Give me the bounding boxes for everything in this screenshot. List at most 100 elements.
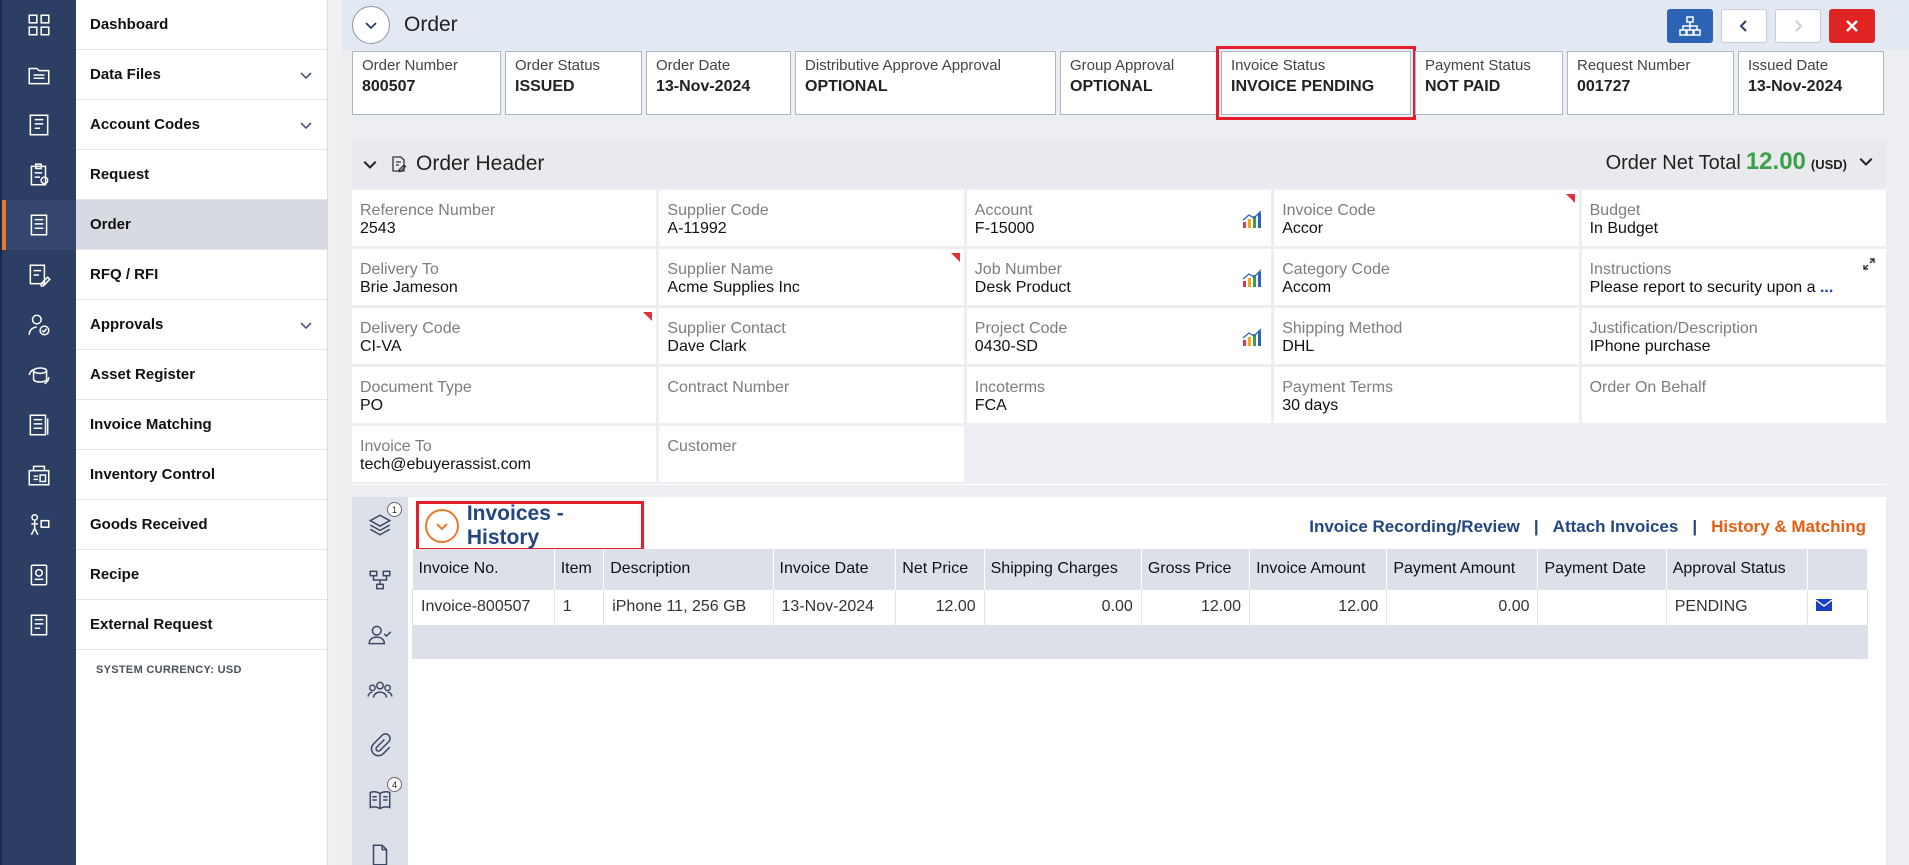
column-header[interactable]: Invoice Date [773,549,897,589]
field-shipping-method[interactable]: Shipping Method DHL [1274,308,1579,364]
request-icon[interactable] [2,150,76,200]
collapse-toggle-button[interactable] [352,6,390,44]
column-header[interactable]: Invoice No. [412,549,555,589]
request-number-link[interactable]: 001727 [1577,78,1724,96]
column-header[interactable]: Approval Status [1666,549,1809,589]
cell-actions [1807,588,1868,626]
chevron-down-icon[interactable] [362,156,378,172]
field-customer[interactable]: Customer [659,426,964,482]
field-reference-number[interactable]: Reference Number 2543 [352,190,657,246]
chevron-down-icon [436,523,448,531]
rfq-icon[interactable] [2,250,76,300]
sidebar-item-account-codes[interactable]: Account Codes [76,100,327,150]
order-header-panel: Order Header Order Net Total 12.00 (USD)… [352,140,1886,485]
column-header[interactable]: Description [603,549,774,589]
column-header[interactable]: Payment Amount [1386,549,1539,589]
sidebar-item-approvals[interactable]: Approvals [76,300,327,350]
field-order-on-behalf[interactable]: Order On Behalf [1581,367,1886,423]
previous-button[interactable] [1721,9,1767,43]
column-header[interactable]: Item [554,549,605,589]
hierarchy-button[interactable] [1667,9,1713,43]
field-payment-terms[interactable]: Payment Terms 30 days [1274,367,1579,423]
external-request-icon[interactable] [2,600,76,650]
recipe-icon[interactable] [2,550,76,600]
field-value: Please report to security upon a ... [1590,279,1878,297]
field-label: Payment Terms [1282,379,1394,396]
sidebar-item-data-files[interactable]: Data Files [76,50,327,100]
field-budget[interactable]: Budget In Budget [1581,190,1886,246]
invoice-recording-review-link[interactable]: Invoice Recording/Review [1309,517,1520,537]
field-incoterms[interactable]: Incoterms FCA [966,367,1272,423]
history-matching-link[interactable]: History & Matching [1711,517,1866,537]
sidebar-item-label: Approvals [90,316,164,333]
invoices-collapse-button[interactable] [425,509,459,543]
inventory-control-icon[interactable] [2,450,76,500]
field-delivery-to[interactable]: Delivery To Brie Jameson [352,249,657,305]
field-contract-number[interactable]: Contract Number [659,367,964,423]
chevron-down-icon[interactable] [299,118,313,132]
data-files-icon[interactable] [2,50,76,100]
column-header[interactable]: Net Price [895,549,985,589]
close-button[interactable] [1829,9,1875,43]
field-account[interactable]: Account F-15000 [966,190,1272,246]
field-category-code[interactable]: Category Code Accom [1274,249,1579,305]
field-invoice-code[interactable]: Invoice Code Accor [1274,190,1579,246]
column-header[interactable]: Shipping Charges [984,549,1142,589]
tab-notes[interactable]: 4 [352,772,408,827]
sidebar-item-rfq-rfi[interactable]: RFQ / RFI [76,250,327,300]
table-row[interactable]: Invoice-800507 1 iPhone 11, 256 GB 13-No… [412,588,1868,626]
column-header[interactable]: Gross Price [1141,549,1251,589]
field-project-code[interactable]: Project Code 0430-SD [966,308,1272,364]
menu-scrollbar[interactable] [328,0,342,865]
tab-user-approval[interactable] [352,607,408,662]
tab-layers[interactable]: 1 [352,497,408,552]
chevron-down-icon[interactable] [299,318,313,332]
field-document-type[interactable]: Document Type PO [352,367,657,423]
tab-workflow[interactable] [352,552,408,607]
chevron-down-icon[interactable] [1858,153,1874,169]
field-supplier-code[interactable]: Supplier Code A-11992 [659,190,964,246]
account-codes-icon[interactable] [2,100,76,150]
asset-register-icon[interactable] [2,350,76,400]
column-header[interactable]: Invoice Amount [1249,549,1388,589]
field-supplier-contact[interactable]: Supplier Contact Dave Clark [659,308,964,364]
field-invoice-to[interactable]: Invoice To tech@ebuyerassist.com [352,426,657,482]
tab-users[interactable] [352,662,408,717]
order-icon[interactable] [2,200,76,250]
sidebar-item-order[interactable]: Order [76,200,327,250]
field-job-number[interactable]: Job Number Desk Product [966,249,1272,305]
tab-attachments[interactable] [352,717,408,772]
column-header[interactable]: Payment Date [1537,549,1667,589]
next-button[interactable] [1775,9,1821,43]
sidebar-item-inventory-control[interactable]: Inventory Control [76,450,327,500]
dashboard-icon[interactable] [2,0,76,50]
field-instructions[interactable]: Instructions Please report to security up… [1581,249,1886,305]
sidebar-item-asset-register[interactable]: Asset Register [76,350,327,400]
budget-chart-icon[interactable] [1241,267,1263,289]
sidebar-item-recipe[interactable]: Recipe [76,550,327,600]
sidebar-item-invoice-matching[interactable]: Invoice Matching [76,400,327,450]
goods-received-icon[interactable] [2,500,76,550]
invoice-to-email-link[interactable]: tech@ebuyerassist.com [360,456,648,474]
budget-chart-icon[interactable] [1241,326,1263,348]
expand-icon[interactable] [1862,257,1876,271]
instructions-more-link[interactable]: ... [1820,279,1833,296]
sidebar-item-external-request[interactable]: External Request [76,600,327,650]
field-justification[interactable]: Justification/Description IPhone purchase [1581,308,1886,364]
tab-document[interactable] [352,827,408,865]
chevron-down-icon[interactable] [299,68,313,82]
cell-invoice-no: Invoice-800507 [412,588,555,626]
invoice-matching-icon[interactable] [2,400,76,450]
sidebar-item-dashboard[interactable]: Dashboard [76,0,327,50]
status-cards: Order Number 800507 Order Status ISSUED Or… [352,46,1884,120]
approvals-icon[interactable] [2,300,76,350]
sidebar-item-request[interactable]: Request [76,150,327,200]
field-value: Accor [1282,220,1324,237]
attach-invoices-link[interactable]: Attach Invoices [1553,517,1679,537]
budget-chart-icon[interactable] [1241,208,1263,230]
email-icon[interactable] [1815,599,1833,611]
field-supplier-name[interactable]: Supplier Name Acme Supplies Inc [659,249,964,305]
sidebar-item-goods-received[interactable]: Goods Received [76,500,327,550]
field-delivery-code[interactable]: Delivery Code CI-VA [352,308,657,364]
field-label: Category Code [1282,261,1390,278]
